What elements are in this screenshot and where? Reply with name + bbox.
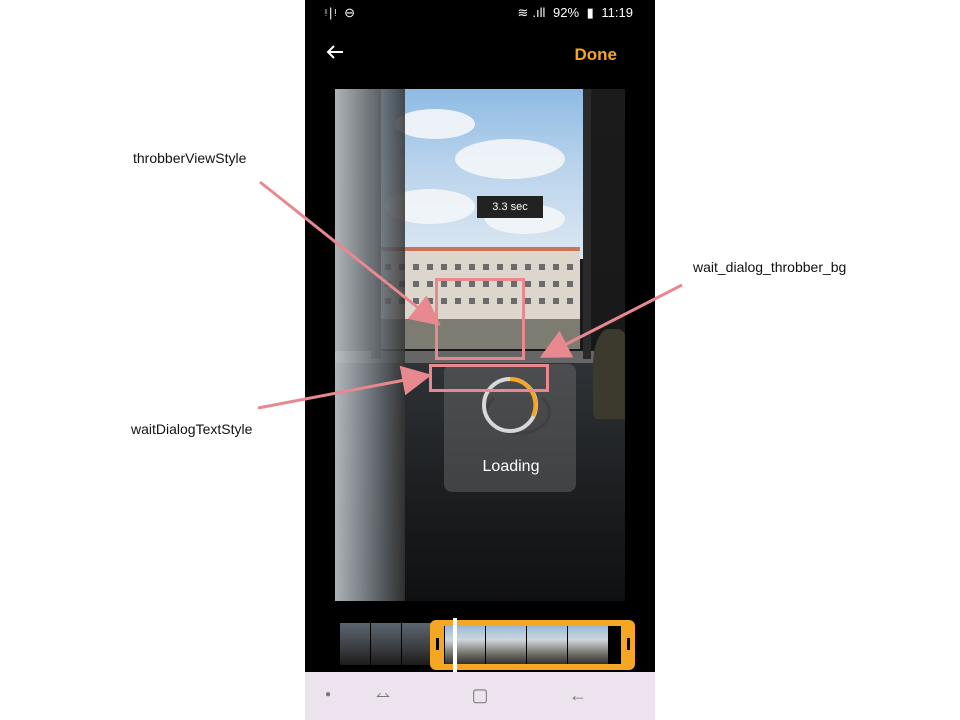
annotation-arrows <box>257 180 683 410</box>
